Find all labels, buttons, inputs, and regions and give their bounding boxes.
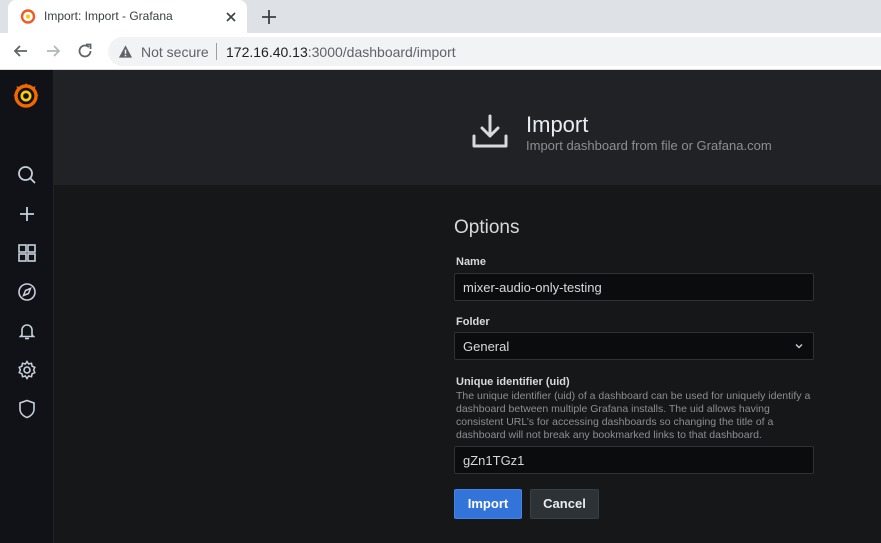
plus-icon[interactable] [16,203,38,225]
forward-arrow-icon[interactable] [43,41,63,61]
address-separator [216,43,217,60]
new-tab-plus-icon[interactable] [258,6,280,28]
uid-label: Unique identifier (uid) [456,376,570,388]
url-text[interactable]: 172.16.40.13:3000/dashboard/import [226,44,456,60]
gear-icon[interactable] [16,359,38,381]
page-title: Import [526,112,589,137]
import-button[interactable]: Import [454,489,522,519]
tab-title: Import: Import - Grafana [44,9,173,23]
folder-label: Folder [456,316,490,328]
bell-icon[interactable] [16,320,38,342]
grafana-logo-icon[interactable] [11,80,41,110]
url-path: :3000/dashboard/import [307,44,456,60]
options-heading: Options [454,217,520,238]
not-secure-label[interactable]: Not secure [141,44,209,60]
uid-input[interactable] [454,446,814,474]
address-bar[interactable]: Not secure 172.16.40.13:3000/dashboard/i… [108,37,881,66]
back-arrow-icon[interactable] [11,41,31,61]
search-icon[interactable] [16,164,38,186]
import-download-icon [472,114,508,148]
browser-tab-strip: Import: Import - Grafana [0,0,881,33]
explore-compass-icon[interactable] [16,281,38,303]
cancel-button[interactable]: Cancel [530,489,599,519]
folder-select[interactable]: General [454,332,814,360]
browser-toolbar: Not secure 172.16.40.13:3000/dashboard/i… [0,33,881,70]
browser-tab[interactable]: Import: Import - Grafana [8,0,247,33]
name-input[interactable] [454,273,814,301]
name-label: Name [456,256,486,268]
uid-help-text: The unique identifier (uid) of a dashboa… [456,390,811,441]
page-subtitle: Import dashboard from file or Grafana.co… [526,138,772,153]
url-host: 172.16.40.13 [226,44,308,60]
close-icon[interactable] [222,8,240,26]
import-form: Options Name Folder General Unique ident… [54,185,881,543]
grafana-sidebar [0,70,54,543]
reload-icon[interactable] [75,41,95,61]
dashboards-icon[interactable] [16,242,38,264]
folder-selected-value: General [463,339,510,354]
warning-triangle-icon[interactable] [118,44,133,59]
chevron-down-icon [795,344,803,349]
page-header: Import Import dashboard from file or Gra… [54,70,881,185]
grafana-favicon-icon [20,9,36,24]
shield-icon[interactable] [16,398,38,420]
